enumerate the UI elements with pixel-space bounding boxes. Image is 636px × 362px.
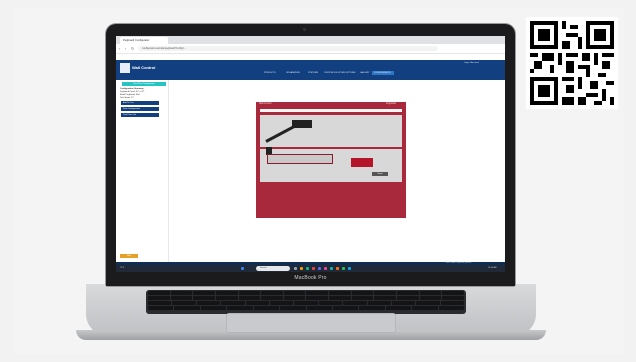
- red-bin[interactable]: [351, 158, 373, 167]
- browser-tab[interactable]: Pegboard Configurator: [120, 37, 168, 44]
- new-configuration-button[interactable]: Start New Configuration: [122, 82, 166, 86]
- sidebar-title: Configuration Summary: [120, 88, 144, 90]
- back-icon[interactable]: ‹: [119, 46, 120, 51]
- task-view-icon[interactable]: [294, 267, 297, 270]
- app-icon[interactable]: [318, 267, 321, 270]
- menu-item-products[interactable]: PRODUCTS: [264, 72, 276, 74]
- browser-tab-bar: [116, 36, 505, 44]
- app-icon[interactable]: [330, 267, 333, 270]
- taskbar-clock[interactable]: 10:42 AM: [488, 267, 496, 269]
- menu-item-organizers[interactable]: ORGANIZERS: [286, 72, 300, 74]
- address-bar[interactable]: configurator.example/pegboard?config=...: [138, 46, 438, 51]
- add-to-cart-button[interactable]: Add To Cart: [121, 101, 159, 105]
- screen: Pegboard Configurator ‹ › ↻ configurator…: [116, 36, 505, 272]
- edge-icon[interactable]: [306, 267, 309, 270]
- site-name[interactable]: Wall Control: [132, 65, 155, 70]
- site-header: [116, 60, 505, 80]
- forward-icon[interactable]: ›: [125, 46, 126, 51]
- board-brand-label: Wall Control: [259, 103, 272, 105]
- trackpad: [226, 313, 396, 333]
- reload-icon[interactable]: ↻: [131, 46, 134, 51]
- account-link[interactable]: Login / Account: [464, 62, 479, 64]
- app-icon[interactable]: [324, 267, 327, 270]
- save-configuration-button[interactable]: Save Configuration: [121, 107, 159, 111]
- weather-widget[interactable]: 72°F: [120, 267, 124, 269]
- folder-icon[interactable]: [300, 267, 303, 270]
- laptop-brand-label: MacBook Pro: [294, 275, 327, 281]
- site-logo-icon[interactable]: [120, 63, 130, 73]
- app-icon[interactable]: [348, 267, 351, 270]
- menu-item-options[interactable]: OPTIONS: [346, 72, 355, 74]
- app-icon[interactable]: [336, 267, 339, 270]
- qr-code: [526, 17, 618, 109]
- sidebar-line: Pegboard Panel: 32" x 32": [120, 91, 145, 93]
- pegboard-shelf[interactable]: [267, 154, 333, 164]
- start-icon[interactable]: [241, 267, 244, 270]
- app-icon[interactable]: [342, 267, 345, 270]
- keyboard: [146, 290, 466, 314]
- sidebar-line: Metal Pegboard: Red: [120, 94, 140, 96]
- print-parts-list-button[interactable]: Print Parts List: [121, 113, 159, 117]
- zoom-badge[interactable]: Zoom: [372, 172, 388, 176]
- footer-text: © Wall Control Pegboard Systems: [444, 262, 472, 264]
- menu-item-systems[interactable]: SYSTEMS: [308, 72, 318, 74]
- chrome-icon[interactable]: [312, 267, 315, 270]
- sidebar-line: Total Items: 12: [120, 97, 134, 99]
- taskbar: [116, 265, 505, 272]
- taskbar-search[interactable]: Search: [256, 266, 290, 271]
- help-button[interactable]: Help: [120, 254, 138, 258]
- menu-item-configurator[interactable]: CONFIGURATOR: [374, 72, 391, 74]
- board-type-label: Pegboard: [386, 103, 396, 105]
- menu-item-gallery[interactable]: GALLERY: [360, 72, 370, 74]
- board-toolbar[interactable]: [260, 109, 402, 112]
- camera-icon: [303, 28, 306, 31]
- menu-item-custom[interactable]: CUSTOM SOLUTIONS: [324, 72, 346, 74]
